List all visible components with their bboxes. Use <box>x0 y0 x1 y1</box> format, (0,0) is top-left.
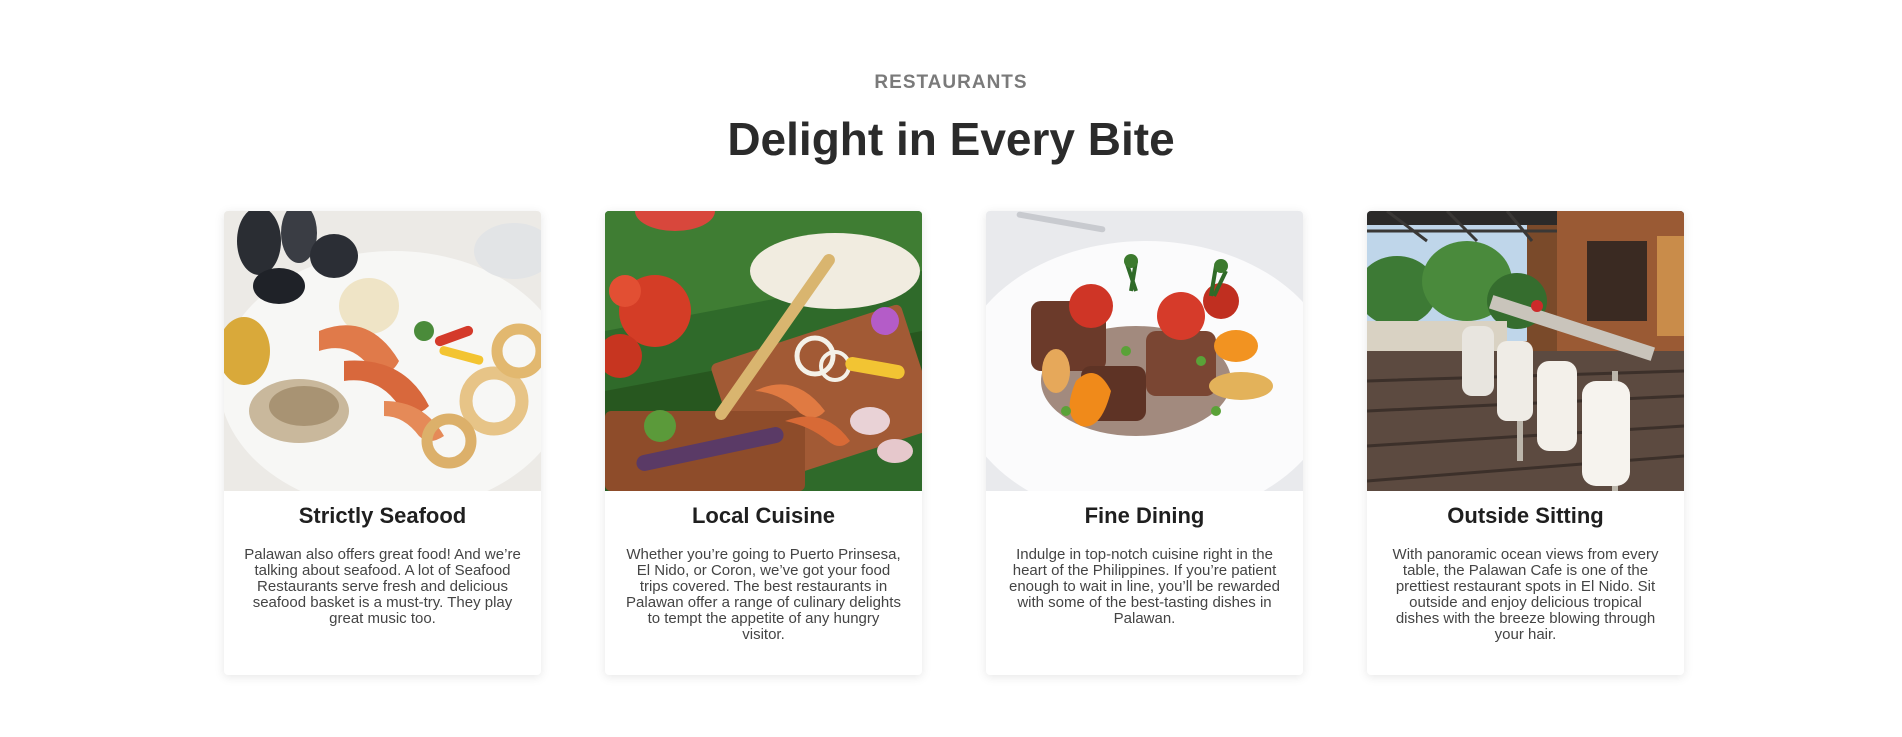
card-title: Outside Sitting <box>1447 503 1604 528</box>
card-title: Fine Dining <box>1084 503 1205 528</box>
card-title: Local Cuisine <box>691 503 836 528</box>
card-description: Indulge in top-notch cuisine right in th… <box>1008 546 1280 627</box>
restaurant-cards: Strictly Seafood Palawan also offers gre… <box>224 211 1684 675</box>
section-title: Delight in Every Bite <box>727 113 1175 165</box>
card-description: Whether you’re going to Puerto Prinsesa,… <box>626 546 901 643</box>
card-outside-sitting[interactable]: Outside Sitting With panoramic ocean vie… <box>1367 211 1684 675</box>
card-strictly-seafood[interactable]: Strictly Seafood Palawan also offers gre… <box>224 211 541 675</box>
card-description: With panoramic ocean views from every ta… <box>1392 546 1659 643</box>
card-title: Strictly Seafood <box>298 503 467 528</box>
card-local-cuisine[interactable]: Local Cuisine Whether you’re going to Pu… <box>605 211 922 675</box>
boodle-feast-photo <box>605 211 922 491</box>
card-description: Palawan also offers great food! And we’r… <box>244 546 521 627</box>
card-fine-dining[interactable]: Fine Dining Indulge in top-notch cuisine… <box>986 211 1303 675</box>
restaurants-section: RESTAURANTS Delight in Every Bite Strict… <box>0 0 1902 737</box>
fine-dining-plate-photo <box>986 211 1303 491</box>
seafood-platter-photo <box>224 211 541 491</box>
outdoor-terrace-photo <box>1367 211 1684 491</box>
section-eyebrow: RESTAURANTS <box>874 72 1028 93</box>
